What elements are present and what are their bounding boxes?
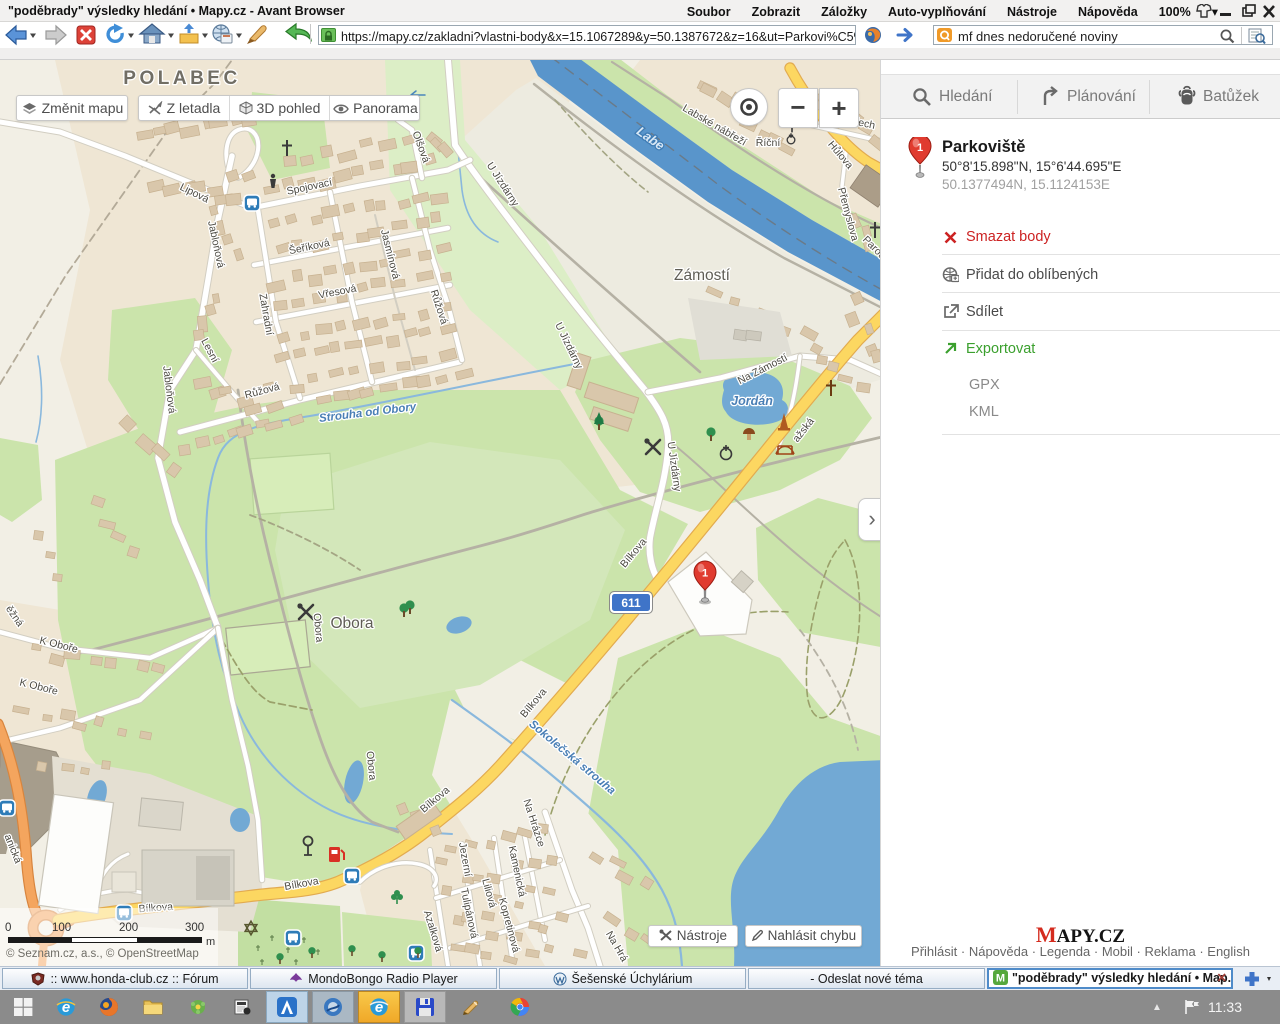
- svg-text:611: 611: [621, 596, 641, 610]
- svg-text:Obora: Obora: [330, 615, 373, 632]
- svg-text:Jordán: Jordán: [731, 394, 773, 408]
- svg-text:M: M: [996, 973, 1005, 985]
- svg-text:Zámostí: Zámostí: [674, 267, 731, 284]
- svg-text:1: 1: [917, 142, 923, 154]
- svg-text:POLABEC: POLABEC: [123, 68, 240, 89]
- svg-text:1: 1: [702, 568, 708, 580]
- svg-text:Říční: Říční: [756, 136, 781, 149]
